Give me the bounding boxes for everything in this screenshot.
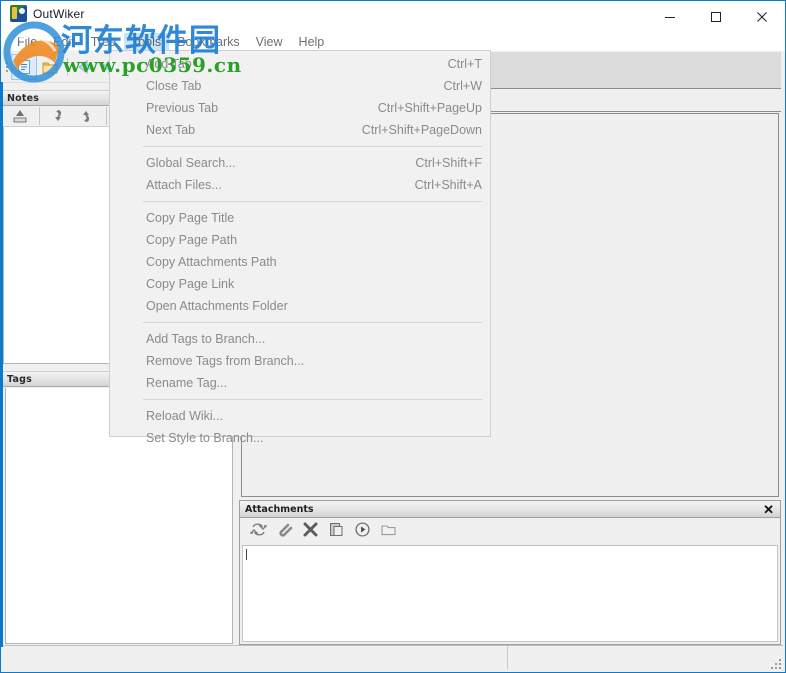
open-tray-icon[interactable] (7, 103, 33, 129)
menu-item-label: Open Attachments Folder (146, 299, 288, 313)
status-pane-left (3, 646, 507, 670)
menu-item-label: Close Tab (146, 79, 202, 93)
menu-item-label: Rename Tag... (146, 376, 228, 390)
attachments-toolbar (240, 518, 780, 545)
menu-item-copy-page-link[interactable]: Copy Page Link (110, 273, 490, 295)
menu-item-accelerator: Ctrl+Shift+F (415, 156, 482, 170)
menu-item-add-tab[interactable]: Add Tab Ctrl+T (110, 53, 490, 75)
menu-item-accelerator: Ctrl+Shift+PageUp (377, 101, 482, 115)
menu-bookmarks[interactable]: Bookmarks (169, 33, 248, 51)
attachments-list[interactable] (242, 545, 778, 642)
minimize-button[interactable] (647, 1, 693, 32)
new-page-button[interactable] (11, 53, 37, 80)
menu-item-label: Remove Tags from Branch... (146, 354, 305, 368)
menu-item-rename-tag[interactable]: Rename Tag... (110, 372, 490, 394)
outwiker-app-icon (10, 5, 27, 22)
menu-item-copy-attachments-path[interactable]: Copy Attachments Path (110, 251, 490, 273)
tools-dropdown-menu: Add Tab Ctrl+T Close Tab Ctrl+W Previous… (109, 50, 491, 445)
menu-file[interactable]: File (9, 33, 45, 51)
toolbar-separator (67, 57, 68, 76)
menu-bar: File Edit Tree Tools Bookmarks View Help (1, 32, 785, 51)
menu-item-label: Copy Page Path (146, 233, 238, 247)
menu-item-set-style-to-branch[interactable]: Set Style to Branch... (110, 427, 490, 449)
menu-item-label: Reload Wiki... (146, 409, 224, 423)
menu-item-global-search[interactable]: Global Search... Ctrl+Shift+F (110, 152, 490, 174)
paperclip-icon[interactable] (276, 521, 293, 543)
window-title: OutWiker (33, 6, 85, 21)
menu-item-next-tab[interactable]: Next Tab Ctrl+Shift+PageDown (110, 119, 490, 141)
menu-item-label: Copy Attachments Path (146, 255, 277, 269)
outwiker-window: OutWiker File Edit Tree Tools Bookmarks … (0, 0, 786, 673)
tags-panel-title: Tags (7, 373, 32, 385)
menu-item-label: Add Tags to Branch... (146, 332, 266, 346)
notes-toolbar-separator-2 (106, 107, 107, 125)
menu-item-attach-files[interactable]: Attach Files... Ctrl+Shift+A (110, 174, 490, 196)
menu-item-reload-wiki[interactable]: Reload Wiki... (110, 405, 490, 427)
window-controls (647, 1, 785, 32)
menu-item-label: Copy Page Link (146, 277, 235, 291)
title-bar: OutWiker (1, 1, 785, 32)
menu-item-accelerator: Ctrl+W (443, 79, 482, 93)
notes-toolbar-separator-1 (39, 107, 40, 125)
menu-item-label: Set Style to Branch... (146, 431, 264, 445)
back-button[interactable] (72, 54, 98, 80)
resize-grip[interactable] (769, 657, 781, 669)
clipboard-icon[interactable] (328, 521, 345, 543)
text-caret (246, 549, 247, 560)
menu-item-close-tab[interactable]: Close Tab Ctrl+W (110, 75, 490, 97)
menu-item-remove-tags-from-branch[interactable]: Remove Tags from Branch... (110, 350, 490, 372)
menu-help[interactable]: Help (291, 33, 333, 51)
menu-view[interactable]: View (248, 33, 291, 51)
refresh-icon[interactable] (249, 521, 268, 543)
menu-item-add-tags-to-branch[interactable]: Add Tags to Branch... (110, 328, 490, 350)
menu-item-copy-page-title[interactable]: Copy Page Title (110, 207, 490, 229)
menu-item-copy-page-path[interactable]: Copy Page Path (110, 229, 490, 251)
arrow-down-icon[interactable] (46, 103, 72, 129)
maximize-button[interactable] (693, 1, 739, 32)
attachments-caption: Attachments ✕ (240, 501, 780, 518)
close-button[interactable] (739, 1, 785, 32)
menu-tools[interactable]: Tools (123, 32, 170, 51)
toolbar-grip[interactable] (3, 57, 11, 77)
status-pane-right (508, 646, 783, 670)
menu-item-previous-tab[interactable]: Previous Tab Ctrl+Shift+PageUp (110, 97, 490, 119)
close-icon[interactable]: ✕ (763, 503, 774, 516)
open-folder-button[interactable] (37, 54, 63, 80)
menu-item-accelerator: Ctrl+T (447, 57, 482, 71)
folder-open-icon[interactable] (380, 521, 397, 543)
attachments-panel-title: Attachments (245, 503, 314, 515)
menu-item-label: Next Tab (146, 123, 196, 137)
menu-separator (143, 399, 482, 400)
menu-item-label: Global Search... (146, 156, 236, 170)
arrow-up-icon[interactable] (74, 103, 100, 129)
menu-tree[interactable]: Tree (83, 33, 124, 51)
menu-item-label: Attach Files... (146, 178, 222, 192)
status-bar (3, 645, 783, 670)
menu-item-accelerator: Ctrl+Shift+PageDown (361, 123, 482, 137)
menu-item-accelerator: Ctrl+Shift+A (414, 178, 482, 192)
menu-item-label: Copy Page Title (146, 211, 235, 225)
title-bar-left: OutWiker (10, 5, 85, 22)
menu-item-label: Add Tab (146, 57, 192, 71)
delete-x-icon[interactable] (302, 521, 319, 543)
menu-separator (143, 146, 482, 147)
attachments-panel: Attachments ✕ (239, 500, 781, 645)
menu-separator (143, 322, 482, 323)
notes-panel-title: Notes (7, 92, 40, 104)
menu-edit[interactable]: Edit (45, 33, 83, 51)
menu-item-label: Previous Tab (146, 101, 219, 115)
menu-item-open-attachments-folder[interactable]: Open Attachments Folder (110, 295, 490, 317)
play-circle-icon[interactable] (354, 521, 371, 543)
menu-separator (143, 201, 482, 202)
